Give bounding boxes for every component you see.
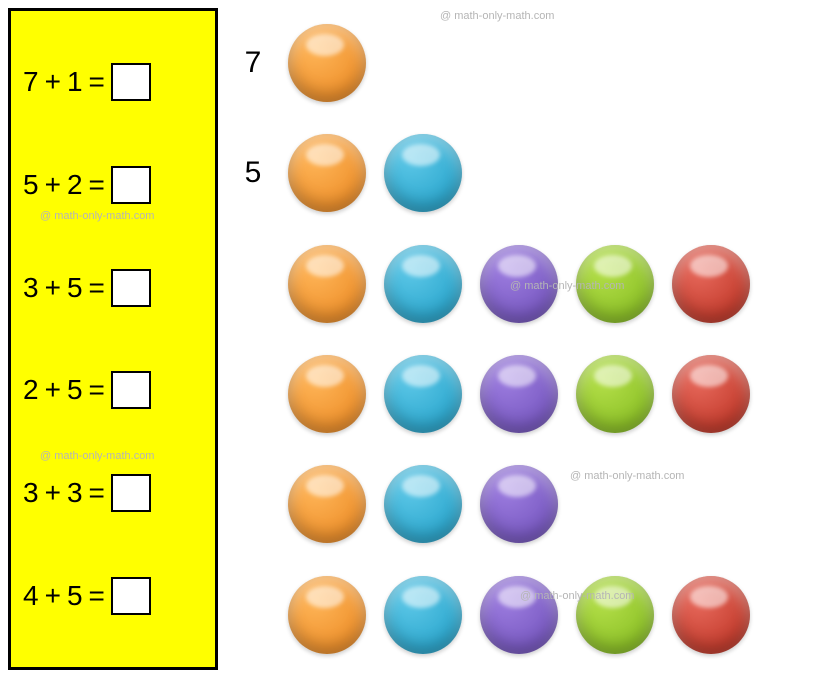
equals-sign: = [89, 66, 105, 98]
operand-b: 5 [67, 374, 83, 406]
operand-a: 2 [23, 374, 39, 406]
equals-sign: = [89, 169, 105, 201]
circle-group [288, 355, 750, 433]
operator: + [45, 477, 61, 509]
circle-row: 7 [238, 18, 808, 108]
circle-group [288, 245, 750, 323]
operand-b: 3 [67, 477, 83, 509]
operand-b: 5 [67, 580, 83, 612]
circles-area: 75 [238, 8, 808, 670]
operand-a: 7 [23, 66, 39, 98]
circle-group [288, 576, 750, 654]
operand-a: 5 [23, 169, 39, 201]
operator: + [45, 272, 61, 304]
operand-b: 2 [67, 169, 83, 201]
operand-a: 3 [23, 272, 39, 304]
blue-circle-icon [384, 245, 462, 323]
blue-circle-icon [384, 355, 462, 433]
orange-circle-icon [288, 355, 366, 433]
circle-group [288, 24, 366, 102]
purple-circle-icon [480, 576, 558, 654]
equals-sign: = [89, 477, 105, 509]
green-circle-icon [576, 355, 654, 433]
math-worksheet: 7 + 1 = 5 + 2 = 3 + 5 = 2 + 5 = 3 [8, 8, 808, 670]
operator: + [45, 66, 61, 98]
answer-input[interactable] [111, 63, 151, 101]
circle-row [238, 239, 808, 329]
equals-sign: = [89, 374, 105, 406]
orange-circle-icon [288, 576, 366, 654]
purple-circle-icon [480, 355, 558, 433]
orange-circle-icon [288, 134, 366, 212]
circle-row [238, 459, 808, 549]
operand-a: 3 [23, 477, 39, 509]
circle-row: 5 [238, 128, 808, 218]
equals-sign: = [89, 272, 105, 304]
operator: + [45, 580, 61, 612]
green-circle-icon [576, 245, 654, 323]
operand-a: 4 [23, 580, 39, 612]
equals-sign: = [89, 580, 105, 612]
purple-circle-icon [480, 465, 558, 543]
purple-circle-icon [480, 245, 558, 323]
orange-circle-icon [288, 24, 366, 102]
equation-panel: 7 + 1 = 5 + 2 = 3 + 5 = 2 + 5 = 3 [8, 8, 218, 670]
orange-circle-icon [288, 245, 366, 323]
red-circle-icon [672, 245, 750, 323]
circle-group [288, 134, 462, 212]
answer-input[interactable] [111, 474, 151, 512]
blue-circle-icon [384, 465, 462, 543]
circle-row [238, 570, 808, 660]
green-circle-icon [576, 576, 654, 654]
answer-input[interactable] [111, 577, 151, 615]
operand-b: 5 [67, 272, 83, 304]
answer-input[interactable] [111, 269, 151, 307]
operator: + [45, 374, 61, 406]
answer-input[interactable] [111, 166, 151, 204]
equation-row: 3 + 3 = [23, 474, 203, 512]
equation-row: 4 + 5 = [23, 577, 203, 615]
blue-circle-icon [384, 576, 462, 654]
hint-number: 7 [238, 46, 268, 80]
circle-group [288, 465, 558, 543]
blue-circle-icon [384, 134, 462, 212]
equation-row: 2 + 5 = [23, 371, 203, 409]
hint-number: 5 [238, 156, 268, 190]
equation-row: 7 + 1 = [23, 63, 203, 101]
equation-row: 5 + 2 = [23, 166, 203, 204]
red-circle-icon [672, 576, 750, 654]
circle-row [238, 349, 808, 439]
operator: + [45, 169, 61, 201]
answer-input[interactable] [111, 371, 151, 409]
equation-row: 3 + 5 = [23, 269, 203, 307]
operand-b: 1 [67, 66, 83, 98]
orange-circle-icon [288, 465, 366, 543]
red-circle-icon [672, 355, 750, 433]
